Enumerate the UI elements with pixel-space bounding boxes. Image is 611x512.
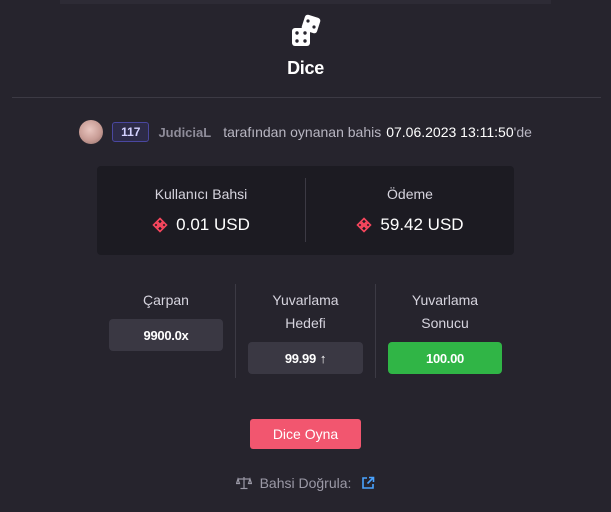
arrow-up-icon: ↑ bbox=[319, 350, 327, 366]
avatar[interactable] bbox=[79, 120, 104, 144]
roll-result-label: Yuvarlama Sonucu bbox=[411, 292, 479, 331]
roll-target-number: 99.99 bbox=[284, 350, 316, 366]
bet-amount-value: 0.01 USD bbox=[176, 215, 250, 234]
bet-amount-label: Kullanıcı Bahsi bbox=[154, 186, 248, 202]
roll-result-section: Yuvarlama Sonucu 100.00 bbox=[376, 284, 514, 378]
roll-result-value: 100.00 bbox=[388, 342, 502, 374]
bet-details-modal: Dice 117 JudiciaL tarafından oynanan bah… bbox=[0, 0, 611, 512]
bet-byline: 117 JudiciaL tarafından oynanan bahis 07… bbox=[0, 119, 611, 145]
byline-text: tarafından oynanan bahis bbox=[223, 124, 382, 140]
modal-header bbox=[0, 14, 611, 55]
scale-icon bbox=[235, 477, 252, 490]
multiplier-label: Çarpan bbox=[143, 292, 189, 308]
header-divider bbox=[12, 97, 601, 98]
external-link-icon[interactable] bbox=[361, 476, 375, 490]
multiplier-value: 9900.0x bbox=[109, 319, 223, 351]
verify-bet-link[interactable]: Bahsi Doğrula: bbox=[0, 474, 611, 492]
bet-datetime: 07.06.2023 13:11:50 bbox=[386, 124, 514, 140]
bnb-coin-icon bbox=[152, 217, 168, 233]
byline-suffix: 'de bbox=[513, 124, 532, 140]
payout-label: Ödeme bbox=[387, 186, 433, 202]
bet-amount: 0.01 USD bbox=[97, 215, 305, 235]
multiplier-section: Çarpan 9900.0x bbox=[97, 284, 235, 378]
play-dice-button[interactable]: Dice Oyna bbox=[250, 419, 361, 449]
payout-section: Ödeme 59.42 USD bbox=[306, 166, 514, 255]
user-level-badge: 117 bbox=[112, 122, 150, 142]
roll-target-label: Yuvarlama Hedefi bbox=[272, 292, 339, 331]
amounts-panel: Kullanıcı Bahsi 0.01 USD Ödeme 59.42 USD bbox=[97, 166, 514, 255]
dice-icon bbox=[291, 14, 320, 46]
payout-amount-value: 59.42 USD bbox=[380, 215, 464, 234]
roll-stats: Çarpan 9900.0x Yuvarlama Hedefi 99.99 ↑ … bbox=[97, 284, 514, 378]
payout-amount: 59.42 USD bbox=[306, 215, 514, 235]
modal-title: Dice bbox=[287, 58, 324, 78]
modal-top-edge bbox=[60, 0, 551, 4]
bnb-coin-icon bbox=[356, 217, 373, 233]
username-link[interactable]: JudiciaL bbox=[158, 125, 211, 140]
verify-bet-label: Bahsi Doğrula: bbox=[259, 475, 352, 491]
roll-target-section: Yuvarlama Hedefi 99.99 ↑ bbox=[236, 284, 375, 378]
bet-amount-section: Kullanıcı Bahsi 0.01 USD bbox=[97, 166, 305, 255]
roll-target-value: 99.99 ↑ bbox=[248, 342, 363, 374]
